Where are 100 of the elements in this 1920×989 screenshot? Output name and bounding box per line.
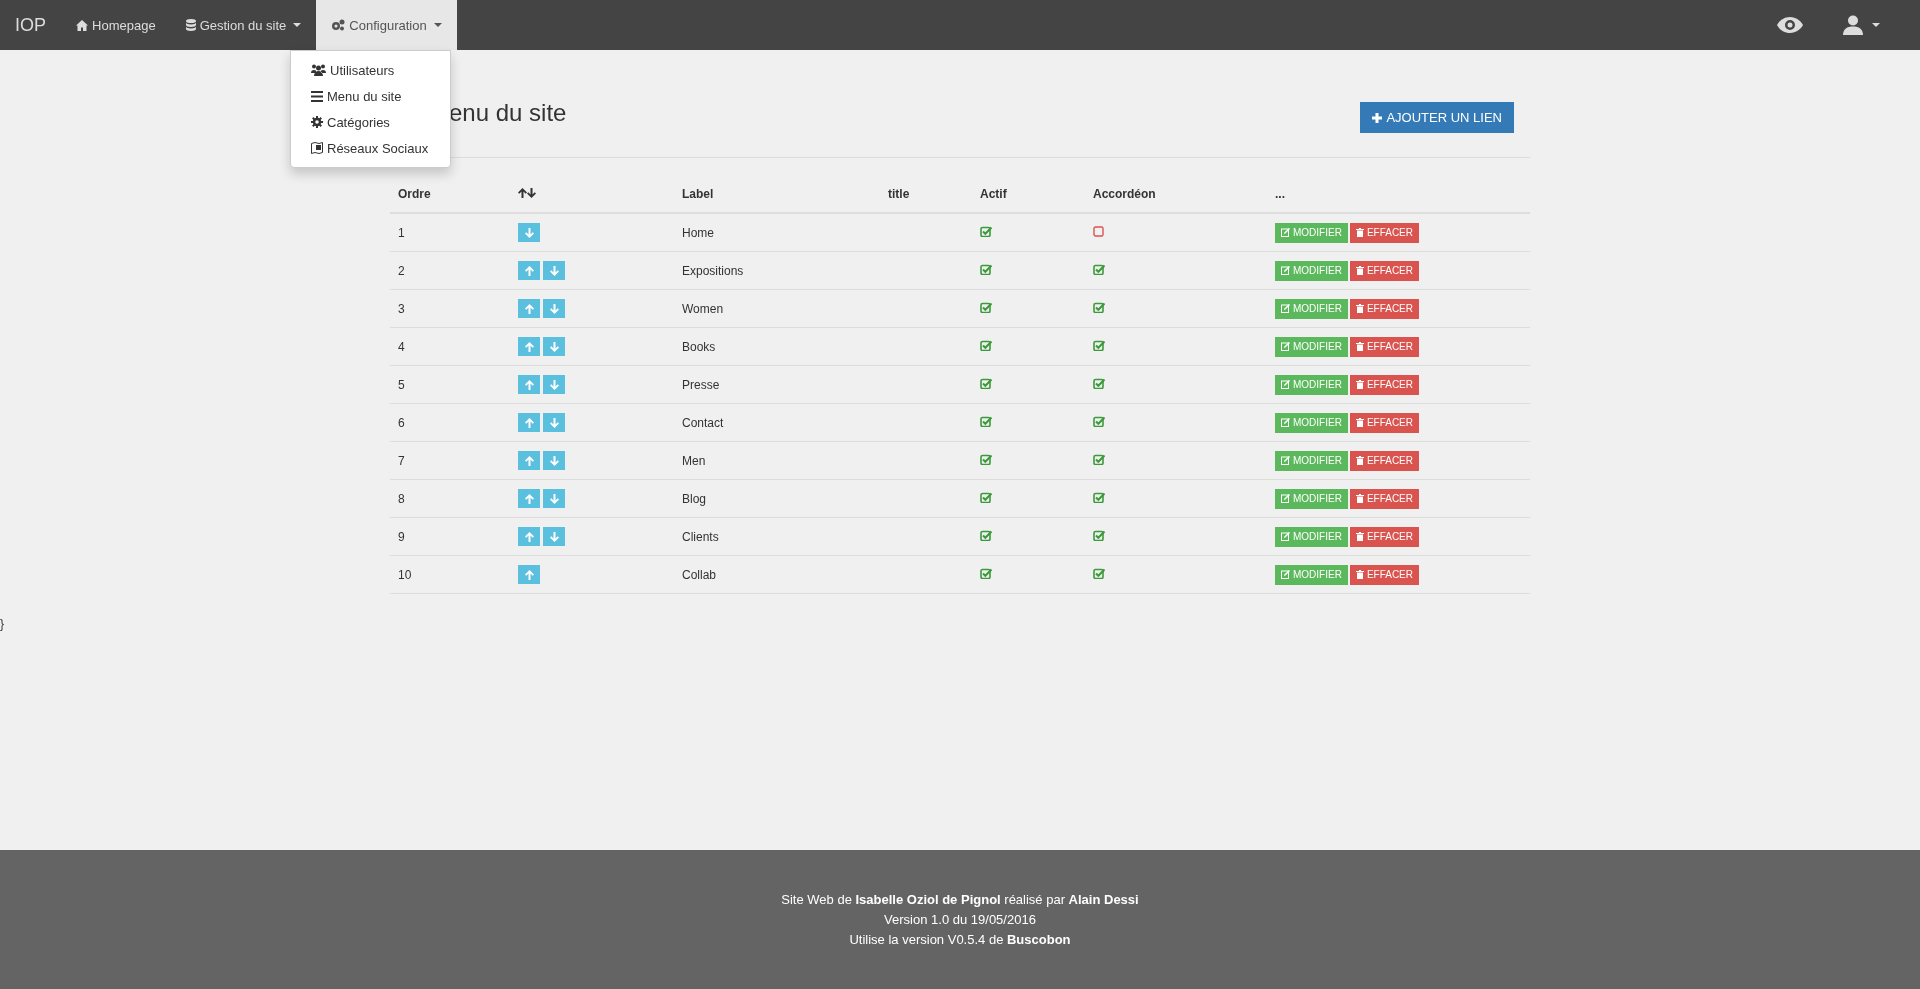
trash-icon	[1355, 570, 1364, 579]
edit-icon	[1281, 266, 1290, 275]
settings-icon	[311, 116, 323, 128]
edit-icon	[1281, 380, 1290, 389]
arrow-up-icon	[524, 417, 534, 428]
column-header: Label	[682, 187, 714, 201]
arrow-up-icon	[524, 341, 534, 352]
trash-icon	[1355, 380, 1364, 389]
map-icon	[311, 142, 323, 154]
caret-icon	[293, 23, 302, 27]
trash-icon	[1355, 418, 1364, 427]
table-cell: 9	[398, 529, 405, 544]
move-down-button[interactable]	[543, 489, 565, 508]
delete-button[interactable]: EFFACER	[1349, 488, 1419, 509]
move-down-button[interactable]	[543, 337, 565, 356]
arrow-up-icon	[524, 455, 534, 466]
move-up-button[interactable]	[518, 375, 540, 394]
table-cell: Clients	[682, 529, 719, 544]
database-icon	[185, 19, 196, 31]
table-cell: 10	[398, 567, 412, 582]
column-header: Ordre	[398, 187, 431, 201]
move-down-button[interactable]	[543, 527, 565, 546]
footer-text: Site Web de Isabelle Oziol de Pignol réalisé par Alain Dessi	[781, 890, 1139, 909]
move-down-button[interactable]	[543, 451, 565, 470]
delete-button[interactable]: EFFACER	[1349, 564, 1419, 585]
nav-link[interactable]: Configuration	[316, 0, 457, 50]
stray-text: }	[0, 617, 4, 631]
user-icon[interactable]	[1843, 15, 1863, 35]
edit-button[interactable]: MODIFIER	[1275, 488, 1348, 509]
move-down-button[interactable]	[543, 375, 565, 394]
move-up-button[interactable]	[518, 451, 540, 470]
table-cell: 5	[398, 377, 405, 392]
arrow-up-icon	[524, 531, 534, 542]
edit-button[interactable]: MODIFIER	[1275, 412, 1348, 433]
delete-button[interactable]: EFFACER	[1349, 412, 1419, 433]
eye-icon[interactable]	[1777, 17, 1803, 33]
move-up-button[interactable]	[518, 337, 540, 356]
nav-link[interactable]: Gestion du site	[170, 0, 317, 50]
edit-button[interactable]: MODIFIER	[1275, 222, 1348, 243]
caret-icon[interactable]	[1872, 23, 1880, 27]
edit-button[interactable]: MODIFIER	[1275, 564, 1348, 585]
move-up-button[interactable]	[518, 565, 540, 584]
edit-button[interactable]: MODIFIER	[1275, 336, 1348, 357]
nav-link[interactable]: Homepage	[61, 0, 171, 50]
table-cell: 7	[398, 453, 405, 468]
trash-icon	[1355, 456, 1364, 465]
edit-button[interactable]: MODIFIER	[1275, 450, 1348, 471]
dropdown-item[interactable]: Réseaux Sociaux	[291, 135, 450, 161]
move-up-button[interactable]	[518, 489, 540, 508]
trash-icon	[1355, 532, 1364, 541]
delete-button[interactable]: EFFACER	[1349, 298, 1419, 319]
edit-button[interactable]: MODIFIER	[1275, 374, 1348, 395]
dropdown-item[interactable]: Catégories	[291, 109, 450, 135]
trash-icon	[1355, 228, 1364, 237]
move-up-button[interactable]	[518, 413, 540, 432]
edit-button[interactable]: MODIFIER	[1275, 260, 1348, 281]
edit-button[interactable]: MODIFIER	[1275, 526, 1348, 547]
move-up-button[interactable]	[518, 527, 540, 546]
edit-icon	[1281, 456, 1290, 465]
arrow-down-icon	[549, 493, 559, 504]
arrow-down-icon	[549, 417, 559, 428]
edit-icon	[1281, 228, 1290, 237]
plus-icon	[1372, 112, 1383, 123]
move-up-button[interactable]	[518, 261, 540, 280]
delete-button[interactable]: EFFACER	[1349, 336, 1419, 357]
table-cell: Women	[682, 301, 724, 316]
arrow-down-icon	[549, 531, 559, 542]
caret-icon	[433, 23, 442, 27]
arrow-down-icon	[549, 341, 559, 352]
menu-icon	[311, 90, 323, 102]
move-down-button[interactable]	[543, 261, 565, 280]
delete-button[interactable]: EFFACER	[1349, 526, 1419, 547]
brand-name[interactable]: IOP	[0, 0, 61, 50]
column-header: title	[888, 187, 910, 201]
footer-text: Version 1.0 du 19/05/2016	[884, 910, 1036, 929]
dropdown-item[interactable]: Utilisateurs	[291, 57, 450, 83]
home-icon	[76, 19, 88, 31]
move-down-button[interactable]	[543, 299, 565, 318]
delete-button[interactable]: EFFACER	[1349, 222, 1419, 243]
table-cell: Expositions	[682, 263, 744, 278]
move-down-button[interactable]	[518, 223, 540, 242]
edit-button[interactable]: MODIFIER	[1275, 298, 1348, 319]
table-cell: Men	[682, 453, 706, 468]
move-up-button[interactable]	[518, 299, 540, 318]
add-link-button[interactable]: AJOUTER UN LIEN	[1360, 102, 1514, 133]
arrow-down-icon	[524, 227, 534, 238]
delete-button[interactable]: EFFACER	[1349, 450, 1419, 471]
edit-icon	[1281, 494, 1290, 503]
delete-button[interactable]: EFFACER	[1349, 374, 1419, 395]
arrow-up-icon	[524, 379, 534, 390]
trash-icon	[1355, 494, 1364, 503]
edit-icon	[1281, 342, 1290, 351]
footer-text: Utilise la version V0.5.4 de Buscobon	[849, 930, 1071, 949]
delete-button[interactable]: EFFACER	[1349, 260, 1419, 281]
table-cell: 3	[398, 301, 405, 316]
table-cell: 6	[398, 415, 405, 430]
gears-icon	[331, 19, 346, 31]
move-down-button[interactable]	[543, 413, 565, 432]
arrow-up-icon	[524, 493, 534, 504]
dropdown-item[interactable]: Menu du site	[291, 83, 450, 109]
